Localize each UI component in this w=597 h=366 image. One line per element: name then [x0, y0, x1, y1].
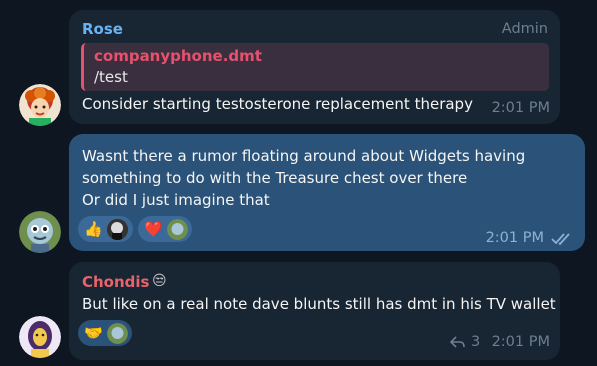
reactor-avatar	[107, 323, 128, 344]
avatar-rose[interactable]	[19, 84, 61, 126]
reaction-handshake[interactable]: 🤝	[78, 320, 132, 346]
unamused-face-icon: 😒	[152, 273, 167, 289]
reactor-avatar	[167, 219, 188, 240]
reply-quote[interactable]: companyphone.dmt /test	[81, 43, 549, 91]
message-bubble-outgoing[interactable]: Wasnt there a rumor floating around abou…	[69, 134, 585, 251]
reaction-heart[interactable]: ❤️	[138, 216, 192, 242]
heart-icon: ❤️	[144, 220, 163, 238]
message-bubble-chondis[interactable]: Chondis 😒 But like on a real note dave b…	[69, 262, 560, 360]
message-time: 2:01 PM	[491, 334, 550, 350]
message-time: 2:01 PM	[485, 230, 544, 246]
admin-badge: Admin	[501, 21, 548, 37]
message-line-1: Wasnt there a rumor floating around abou…	[82, 147, 526, 165]
message-time: 2:01 PM	[491, 100, 550, 116]
message-text: But like on a real note dave blunts stil…	[82, 295, 556, 313]
thumbs-up-icon: 👍	[84, 220, 103, 238]
reply-author: companyphone.dmt	[94, 47, 262, 65]
reply-text: /test	[94, 68, 128, 86]
reply-count[interactable]: 3	[471, 334, 480, 350]
sender-name[interactable]: Chondis	[82, 273, 149, 291]
double-check-icon	[551, 232, 573, 250]
avatar-self[interactable]	[19, 211, 61, 253]
handshake-icon: 🤝	[84, 324, 103, 342]
message-line-2: something to do with the Treasure chest …	[82, 169, 468, 187]
reactor-avatar	[107, 219, 128, 240]
sender-name[interactable]: Rose	[82, 20, 123, 38]
message-bubble-rose[interactable]: Rose Admin companyphone.dmt /test Consid…	[69, 10, 560, 124]
reaction-thumbs-up[interactable]: 👍	[78, 216, 133, 242]
message-text: Consider starting testosterone replaceme…	[82, 95, 473, 113]
reply-arrow-icon[interactable]	[449, 336, 465, 352]
avatar-chondis[interactable]	[19, 316, 61, 358]
message-line-3: Or did I just imagine that	[82, 191, 270, 209]
